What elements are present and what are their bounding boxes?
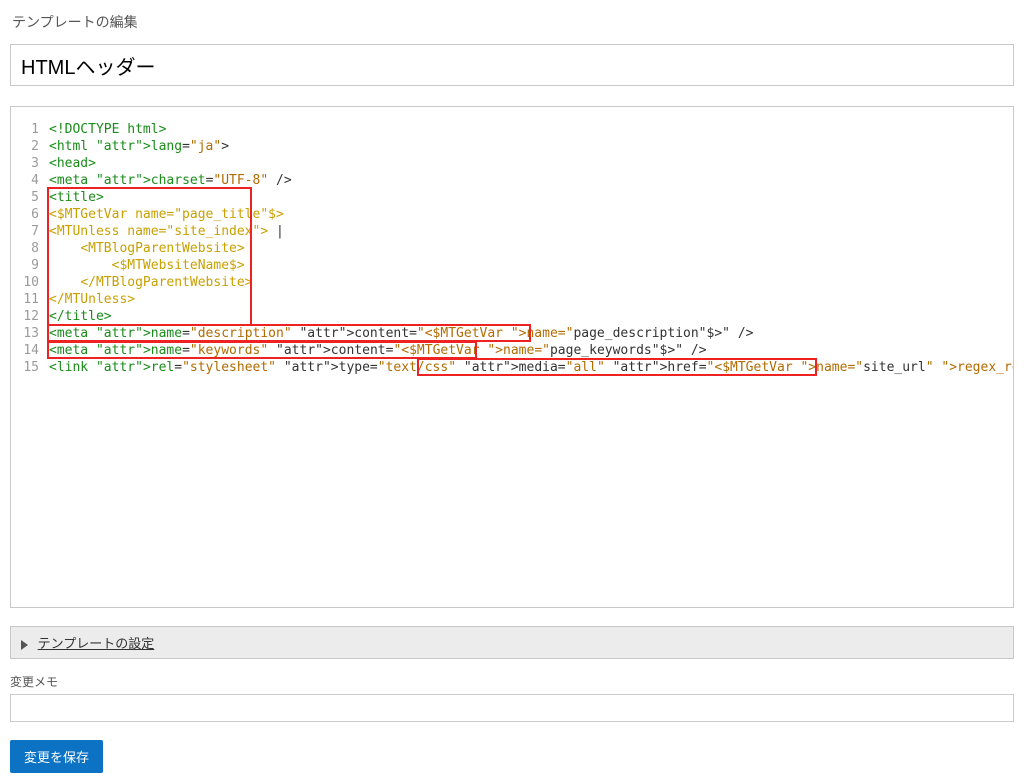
code-line[interactable]: </title> xyxy=(49,308,1007,325)
line-number: 8 xyxy=(11,240,39,257)
code-line[interactable]: <meta "attr">charset="UTF-8" /> xyxy=(49,172,1007,189)
memo-label: 変更メモ xyxy=(10,673,1014,690)
code-line[interactable]: <MTUnless name="site_index"> | xyxy=(49,223,1007,240)
line-number: 6 xyxy=(11,206,39,223)
code-line[interactable]: <html "attr">lang="ja"> xyxy=(49,138,1007,155)
code-line[interactable]: <$MTWebsiteName$> xyxy=(49,257,1007,274)
code-editor[interactable]: 123456789101112131415 <!DOCTYPE html><ht… xyxy=(10,106,1014,608)
page-title: テンプレートの編集 xyxy=(12,12,1014,32)
line-number: 1 xyxy=(11,121,39,138)
line-number: 7 xyxy=(11,223,39,240)
line-number: 2 xyxy=(11,138,39,155)
code-line[interactable]: <meta "attr">name="keywords" "attr">cont… xyxy=(49,342,1007,359)
line-number: 3 xyxy=(11,155,39,172)
line-number: 10 xyxy=(11,274,39,291)
code-line[interactable]: <meta "attr">name="description" "attr">c… xyxy=(49,325,1007,342)
memo-input[interactable] xyxy=(10,694,1014,722)
template-name-input[interactable] xyxy=(10,44,1014,86)
code-line[interactable]: <link "attr">rel="stylesheet" "attr">typ… xyxy=(49,359,1007,376)
save-button[interactable]: 変更を保存 xyxy=(10,740,103,773)
code-area[interactable]: <!DOCTYPE html><html "attr">lang="ja"><h… xyxy=(45,107,1013,607)
code-line[interactable]: <title> xyxy=(49,189,1007,206)
code-line[interactable]: <!DOCTYPE html> xyxy=(49,121,1007,138)
code-line[interactable]: <MTBlogParentWebsite> xyxy=(49,240,1007,257)
code-line[interactable]: </MTBlogParentWebsite> xyxy=(49,274,1007,291)
code-line[interactable]: <$MTGetVar name="page_title"$> xyxy=(49,206,1007,223)
code-line[interactable]: <head> xyxy=(49,155,1007,172)
chevron-right-icon xyxy=(21,640,28,650)
line-number: 9 xyxy=(11,257,39,274)
line-number: 11 xyxy=(11,291,39,308)
line-number: 13 xyxy=(11,325,39,342)
line-number: 5 xyxy=(11,189,39,206)
template-settings-accordion[interactable]: テンプレートの設定 xyxy=(10,626,1014,659)
line-number: 14 xyxy=(11,342,39,359)
line-number-gutter: 123456789101112131415 xyxy=(11,107,45,607)
line-number: 12 xyxy=(11,308,39,325)
code-line[interactable]: </MTUnless> xyxy=(49,291,1007,308)
line-number: 15 xyxy=(11,359,39,376)
accordion-label: テンプレートの設定 xyxy=(38,636,155,651)
line-number: 4 xyxy=(11,172,39,189)
